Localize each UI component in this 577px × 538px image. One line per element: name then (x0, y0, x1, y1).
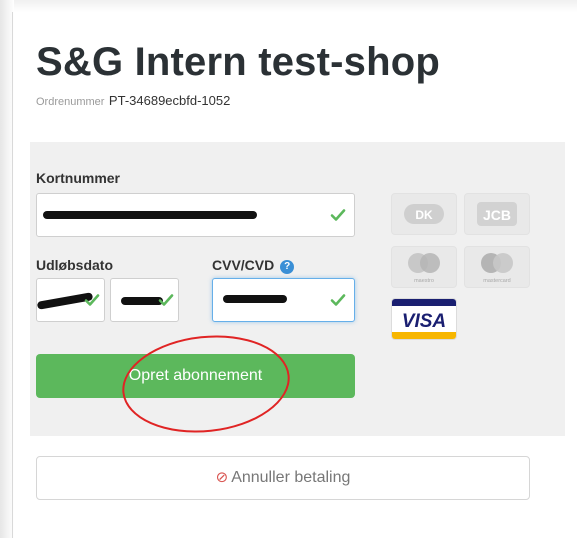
create-subscription-button[interactable]: Opret abonnement (36, 354, 355, 398)
order-number-label: Ordrenummer (36, 96, 105, 108)
maestro-logo: maestro (391, 246, 457, 288)
check-icon (330, 294, 346, 306)
help-icon[interactable]: ? (280, 260, 295, 274)
visa-logo: VISA (391, 298, 457, 340)
check-icon (330, 209, 346, 221)
cancel-icon: ⊘ (215, 469, 229, 486)
cvv-label-row: CVV/CVD? (212, 257, 295, 274)
jcb-icon: JCB (477, 202, 517, 226)
svg-text:DK: DK (415, 208, 433, 222)
cvv-input[interactable] (212, 278, 355, 322)
redaction-mark (43, 211, 257, 219)
svg-text:mastercard: mastercard (483, 278, 511, 284)
dankort-icon: DK (404, 204, 444, 224)
card-number-label: Kortnummer (36, 170, 121, 186)
jcb-logo: JCB (464, 193, 530, 235)
cancel-payment-button[interactable]: ⊘ Annuller betaling (36, 456, 530, 500)
shop-title: S&G Intern test-shop (36, 40, 441, 84)
svg-text:maestro: maestro (414, 278, 434, 284)
check-icon (158, 294, 174, 306)
top-shadow (0, 0, 577, 12)
dankort-logo: DK (391, 193, 457, 235)
order-line: Ordrenummer PT-34689ecbfd-1052 (36, 92, 230, 110)
svg-text:JCB: JCB (483, 207, 511, 223)
cancel-payment-label: Annuller betaling (231, 469, 351, 486)
order-number-value: PT-34689ecbfd-1052 (108, 93, 231, 108)
svg-text:VISA: VISA (402, 311, 446, 332)
check-icon (84, 294, 100, 306)
maestro-icon: maestro (408, 253, 440, 284)
expiry-month-input[interactable] (36, 278, 105, 322)
page-border (12, 12, 13, 538)
visa-icon: VISA (392, 299, 456, 339)
expiry-year-input[interactable] (110, 278, 179, 322)
mastercard-icon: mastercard (481, 253, 513, 284)
expiry-label: Udløbsdato (36, 257, 113, 273)
card-number-input[interactable] (36, 193, 355, 237)
redaction-mark (223, 295, 287, 303)
redaction-mark (121, 297, 163, 305)
mastercard-logo: mastercard (464, 246, 530, 288)
cvv-label: CVV/CVD (212, 257, 275, 273)
